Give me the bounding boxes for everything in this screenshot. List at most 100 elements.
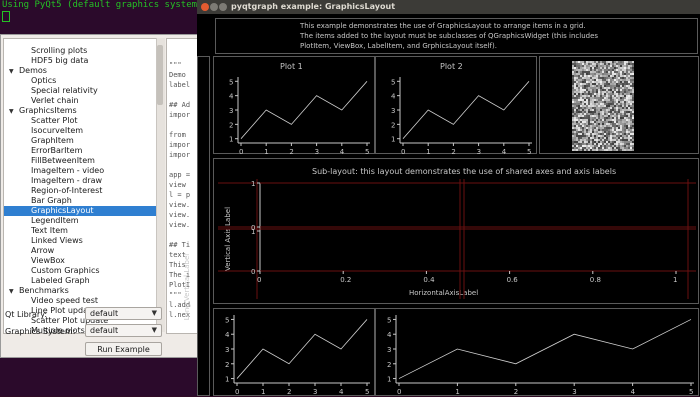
x-tick-label: 4 <box>502 148 507 155</box>
title-bar[interactable]: pyqtgraph example: GraphicsLayout <box>197 0 700 14</box>
tree-item[interactable]: Arrow <box>31 246 54 256</box>
description-line-3: PlotItem, ViewBox, LabelItem, and Grphic… <box>300 42 497 50</box>
data-line <box>236 319 368 379</box>
tree-item[interactable]: GraphicsLayout <box>4 206 156 216</box>
x-tick-label: 3 <box>315 148 319 155</box>
tree-item[interactable]: Benchmarks <box>19 286 69 296</box>
tree-item[interactable]: Verlet chain <box>31 96 79 106</box>
tree-item[interactable]: FillBetweenItem <box>31 156 95 166</box>
pyqtgraph-window: pyqtgraph example: GraphicsLayout This e… <box>183 0 700 396</box>
tree-item[interactable]: Custom Graphics <box>31 266 100 276</box>
graphics-system-value: default <box>90 326 119 335</box>
plot-2[interactable]: Plot 2 12345012345 <box>375 56 537 155</box>
x-tick-label: 0 <box>401 148 405 155</box>
x-tick-label: 4 <box>631 388 636 396</box>
examples-window: Scrolling plots HDF5 big data Demos ▼ Optics… <box>0 34 199 358</box>
code-line: """ <box>169 61 182 69</box>
minimize-icon[interactable] <box>210 3 218 11</box>
code-line: ## Ti <box>169 241 191 249</box>
window-title: pyqtgraph example: GraphicsLayout <box>231 2 396 11</box>
data-line <box>398 319 692 379</box>
tree-item[interactable]: Special relativity <box>31 86 98 96</box>
qt-library-label: Qt Library: <box>5 310 48 319</box>
bottom-plot-left[interactable]: 12345012345 <box>213 308 375 396</box>
qt-library-select[interactable]: default ▼ <box>85 307 162 320</box>
x-tick-label: 5 <box>365 388 369 396</box>
left-label-column: Long Vertical Label <box>183 56 210 396</box>
x-tick-label: 2 <box>514 388 518 396</box>
tree-item[interactable]: GraphicsItems <box>19 106 77 116</box>
sub-layout[interactable]: Sub-layout: this layout demonstrates the… <box>213 158 699 304</box>
code-line: view. <box>169 211 191 219</box>
tree-item[interactable]: ErrorBarItem <box>31 146 82 156</box>
bottom-plot-left-canvas: 123450 1 2 3 4 5 <box>225 315 370 396</box>
run-example-button[interactable]: Run Example <box>85 342 162 356</box>
code-line: view. <box>169 221 191 229</box>
y-tick-label: 4 <box>229 93 234 101</box>
tree-item[interactable]: ViewBox <box>31 256 65 266</box>
tree-item[interactable]: Scatter Plot <box>31 116 77 126</box>
tree-item[interactable]: Region-of-Interest <box>31 186 102 196</box>
y-tick-label: 2 <box>225 361 229 369</box>
x-tick-label: 0.4 <box>423 276 435 284</box>
close-icon[interactable] <box>201 3 209 11</box>
terminal-output: Using PyQt5 (default graphics system) <box>2 0 203 10</box>
graphics-system-select[interactable]: default ▼ <box>85 324 162 337</box>
code-line: l = p <box>169 191 191 199</box>
tree-item[interactable]: Linked Views <box>31 236 83 246</box>
x-tick-label: 4 <box>339 388 344 396</box>
tree-item[interactable]: Optics <box>31 76 56 86</box>
code-line: label <box>169 81 191 89</box>
y-tick-label: 5 <box>225 316 229 324</box>
y-tick-label: 1 <box>251 180 255 188</box>
terminal-cursor <box>2 11 10 22</box>
tree-item[interactable]: Bar Graph <box>31 196 72 206</box>
plot-2-canvas: 123450 1 2 3 4 5 <box>391 77 532 155</box>
x-tick-label: 5 <box>689 388 693 396</box>
tree-item[interactable]: HDF5 big data <box>31 56 88 66</box>
tree-item[interactable]: GraphItem <box>31 136 74 146</box>
tree-item[interactable]: Video speed test <box>31 296 98 306</box>
y-tick-label: 4 <box>391 93 396 101</box>
maximize-icon[interactable] <box>219 3 227 11</box>
tree-item[interactable]: Demos <box>19 66 47 76</box>
y-tick-label: 1 <box>251 228 255 236</box>
long-vertical-label: Long Vertical Label <box>183 253 192 321</box>
tree-item[interactable]: ImageItem - draw <box>31 176 102 186</box>
image-viewbox[interactable] <box>539 56 699 154</box>
tree-item[interactable]: Labeled Graph <box>31 276 90 286</box>
x-tick-label: 1 <box>261 388 265 396</box>
expand-arrow-icon[interactable]: ▼ <box>9 68 14 75</box>
x-tick-label: 0.8 <box>590 276 601 284</box>
code-line: """ <box>169 291 182 299</box>
x-tick-label: 1 <box>455 388 459 396</box>
y-tick-label: 4 <box>387 331 392 339</box>
y-tick-label: 1 <box>225 376 229 384</box>
chevron-down-icon: ▼ <box>151 326 157 334</box>
bottom-plot-right[interactable]: 12345012345 <box>375 308 699 396</box>
y-tick-label: 3 <box>225 346 229 354</box>
y-tick-label: 5 <box>391 78 395 86</box>
description-line-1: This example demonstrates the use of Gra… <box>300 22 586 30</box>
y-tick-label: 5 <box>387 316 391 324</box>
y-tick-label: 2 <box>391 121 395 129</box>
tree-item[interactable]: Text Item <box>31 226 68 236</box>
plot-1[interactable]: Plot 1 12345012345 <box>213 56 375 155</box>
examples-tree[interactable]: Scrolling plots HDF5 big data Demos ▼ Optics… <box>3 38 157 334</box>
x-tick-label: 3 <box>313 388 317 396</box>
code-line: from <box>169 131 186 139</box>
y-tick-label: 5 <box>229 78 233 86</box>
y-tick-label: 1 <box>391 136 395 144</box>
tree-item[interactable]: Scrolling plots <box>31 46 87 56</box>
tree-item[interactable]: ImageItem - video <box>31 166 104 176</box>
noise-image <box>572 61 634 151</box>
x-tick-label: 0 <box>397 388 401 396</box>
tree-scrollbar-thumb[interactable] <box>157 45 163 105</box>
tree-item[interactable]: IsocurveItem <box>31 126 83 136</box>
tree-item[interactable]: LegendItem <box>31 216 79 226</box>
x-tick-label: 2 <box>451 148 455 155</box>
expand-arrow-icon[interactable]: ▼ <box>9 288 14 295</box>
expand-arrow-icon[interactable]: ▼ <box>9 108 14 115</box>
y-tick-label: 3 <box>229 107 233 115</box>
y-tick-label: 0 <box>251 268 255 276</box>
